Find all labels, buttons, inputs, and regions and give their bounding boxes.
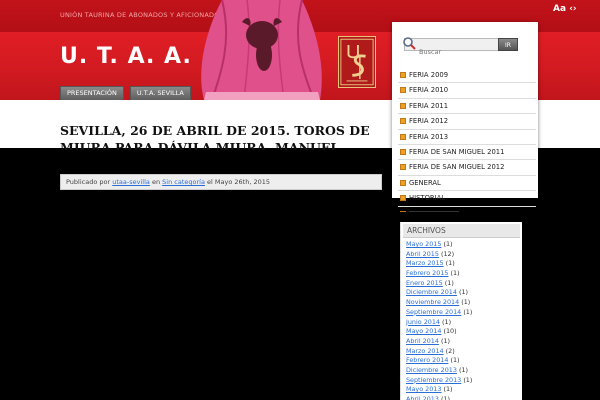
- category-item[interactable]: FERIA DE SAN MIGUEL 2011: [398, 145, 536, 161]
- archive-count: (10): [443, 327, 457, 336]
- search-button[interactable]: IR: [498, 38, 518, 51]
- archive-item: Diciembre 2013 (1): [401, 366, 522, 376]
- archive-month-link[interactable]: Mayo 2013: [406, 385, 441, 393]
- archive-month-link[interactable]: Mayo 2015: [406, 240, 441, 248]
- archive-month-link[interactable]: Septiembre 2014: [406, 308, 461, 316]
- folder-icon: [400, 118, 406, 125]
- archive-month-link[interactable]: Junio 2014: [406, 318, 440, 326]
- archive-month-link[interactable]: Abril 2015: [406, 250, 439, 258]
- archive-item: Junio 2014 (1): [401, 318, 522, 328]
- folder-icon: [400, 148, 406, 155]
- archive-count: (1): [463, 307, 473, 316]
- folder-icon: [400, 179, 406, 186]
- search-icon: [403, 37, 416, 50]
- archive-count: (2): [445, 346, 455, 355]
- archive-item: Mayo 2013 (1): [401, 385, 522, 395]
- meta-in: en: [151, 178, 161, 186]
- archive-month-link[interactable]: Diciembre 2013: [406, 366, 457, 374]
- tab-presentacion[interactable]: PRESENTACIÓN: [60, 86, 124, 100]
- archive-item: Marzo 2014 (2): [401, 347, 522, 357]
- archive-month-link[interactable]: Mayo 2014: [406, 327, 441, 335]
- archive-item: Septiembre 2014 (1): [401, 308, 522, 318]
- archive-month-link[interactable]: Febrero 2015: [406, 269, 448, 277]
- page: UNIÓN TAURINA DE ABONADOS Y AFICIONADOS …: [0, 0, 600, 400]
- archive-count: (1): [450, 269, 460, 278]
- archive-item: Abril 2014 (1): [401, 337, 522, 347]
- nav-tabs: PRESENTACIÓN U.T.A. SEVILLA: [60, 86, 191, 100]
- archive-count: (1): [445, 259, 455, 268]
- archive-count: (1): [458, 365, 469, 374]
- archive-item: Febrero 2014 (1): [401, 356, 522, 366]
- category-list: FERIA 2009 FERIA 2010 FERIA 2011 FERIA 2…: [398, 68, 536, 207]
- category-item[interactable]: FERIA 2013: [398, 130, 536, 145]
- folder-icon: [400, 133, 406, 140]
- archive-month-link[interactable]: Noviembre 2014: [406, 298, 459, 306]
- archive-count: (1): [443, 385, 453, 394]
- archive-month-link[interactable]: Septiembre 2013: [406, 376, 461, 384]
- archive-count: (1): [450, 356, 460, 365]
- archive-month-link[interactable]: Abril 2013: [406, 395, 439, 400]
- archive-count: (1): [442, 317, 452, 326]
- folder-icon: [400, 72, 406, 78]
- folder-icon: [400, 195, 406, 202]
- archive-list: Mayo 2015 (1) Abril 2015 (12) Marzo 2015 (…: [401, 240, 522, 400]
- folder-icon: [400, 102, 406, 109]
- archive-count: (1): [458, 288, 469, 297]
- archive-item: Abril 2015 (12): [401, 250, 522, 260]
- folder-icon: [400, 211, 406, 212]
- archive-count: (1): [440, 336, 451, 345]
- archive-count: (1): [463, 375, 473, 384]
- archive-item: Noviembre 2014 (1): [401, 298, 522, 308]
- tab-uta-sevilla[interactable]: U.T.A. SEVILLA: [129, 86, 191, 100]
- folder-icon: [400, 87, 406, 94]
- archive-item: Septiembre 2013 (1): [401, 376, 522, 386]
- font-arrows-icon[interactable]: ‹›: [569, 4, 576, 14]
- archive-count: (1): [444, 278, 454, 287]
- category-item[interactable]: FERIA 2010: [398, 83, 536, 99]
- archive-item: Mayo 2014 (10): [401, 327, 522, 337]
- archive-item: Abril 2013 (1): [401, 395, 522, 400]
- meta-date: el Mayo 26th, 2015: [207, 178, 270, 186]
- obscured-category-item: [398, 202, 468, 212]
- category-item[interactable]: FERIA 2012: [398, 114, 536, 130]
- archive-count: (1): [461, 298, 471, 307]
- font-size-tools: Aa ‹›: [553, 4, 577, 14]
- category-link[interactable]: Sin categoría: [162, 178, 205, 186]
- post-meta: Publicado por utaa-sevilla en Sin catego…: [60, 174, 382, 190]
- author-link[interactable]: utaa-sevilla: [112, 178, 150, 186]
- utaa-logo: [338, 36, 376, 88]
- folder-icon: [400, 164, 406, 171]
- post-title[interactable]: SEVILLA, 26 DE ABRIL DE 2015. TOROS DE M…: [60, 122, 382, 150]
- archive-month-link[interactable]: Diciembre 2014: [406, 288, 457, 296]
- archives-title: ARCHIVOS: [403, 224, 520, 238]
- archive-item: Febrero 2015 (1): [401, 269, 522, 279]
- category-item[interactable]: FERIA 2009: [398, 68, 536, 84]
- archive-count: (1): [440, 395, 451, 400]
- site-title[interactable]: U. T. A. A.: [60, 44, 192, 69]
- archive-item: Enero 2015 (1): [401, 279, 522, 289]
- archives-widget: ARCHIVOS Mayo 2015 (1) Abril 2015 (12) Mar…: [400, 222, 522, 400]
- archive-item: Mayo 2015 (1): [401, 240, 522, 250]
- archive-month-link[interactable]: Marzo 2014: [406, 347, 444, 355]
- archive-month-link[interactable]: Marzo 2015: [406, 259, 444, 267]
- search-input[interactable]: [405, 46, 501, 58]
- category-item[interactable]: FERIA 2011: [398, 99, 536, 115]
- archive-item: Diciembre 2014 (1): [401, 288, 522, 298]
- capote-bull-image: [201, 0, 322, 100]
- archive-month-link[interactable]: Febrero 2014: [406, 356, 448, 364]
- archive-count: (1): [443, 240, 453, 248]
- archive-month-link[interactable]: Enero 2015: [406, 279, 443, 287]
- category-item[interactable]: FERIA DE SAN MIGUEL 2012: [398, 160, 536, 176]
- archive-item: Marzo 2015 (1): [401, 259, 522, 269]
- archive-count: (12): [440, 249, 455, 258]
- meta-prefix: Publicado por: [66, 178, 111, 186]
- category-item[interactable]: GENERAL: [398, 176, 536, 192]
- archive-month-link[interactable]: Abril 2014: [406, 337, 439, 345]
- font-size-icon[interactable]: Aa: [553, 4, 566, 14]
- search-box: [404, 38, 502, 58]
